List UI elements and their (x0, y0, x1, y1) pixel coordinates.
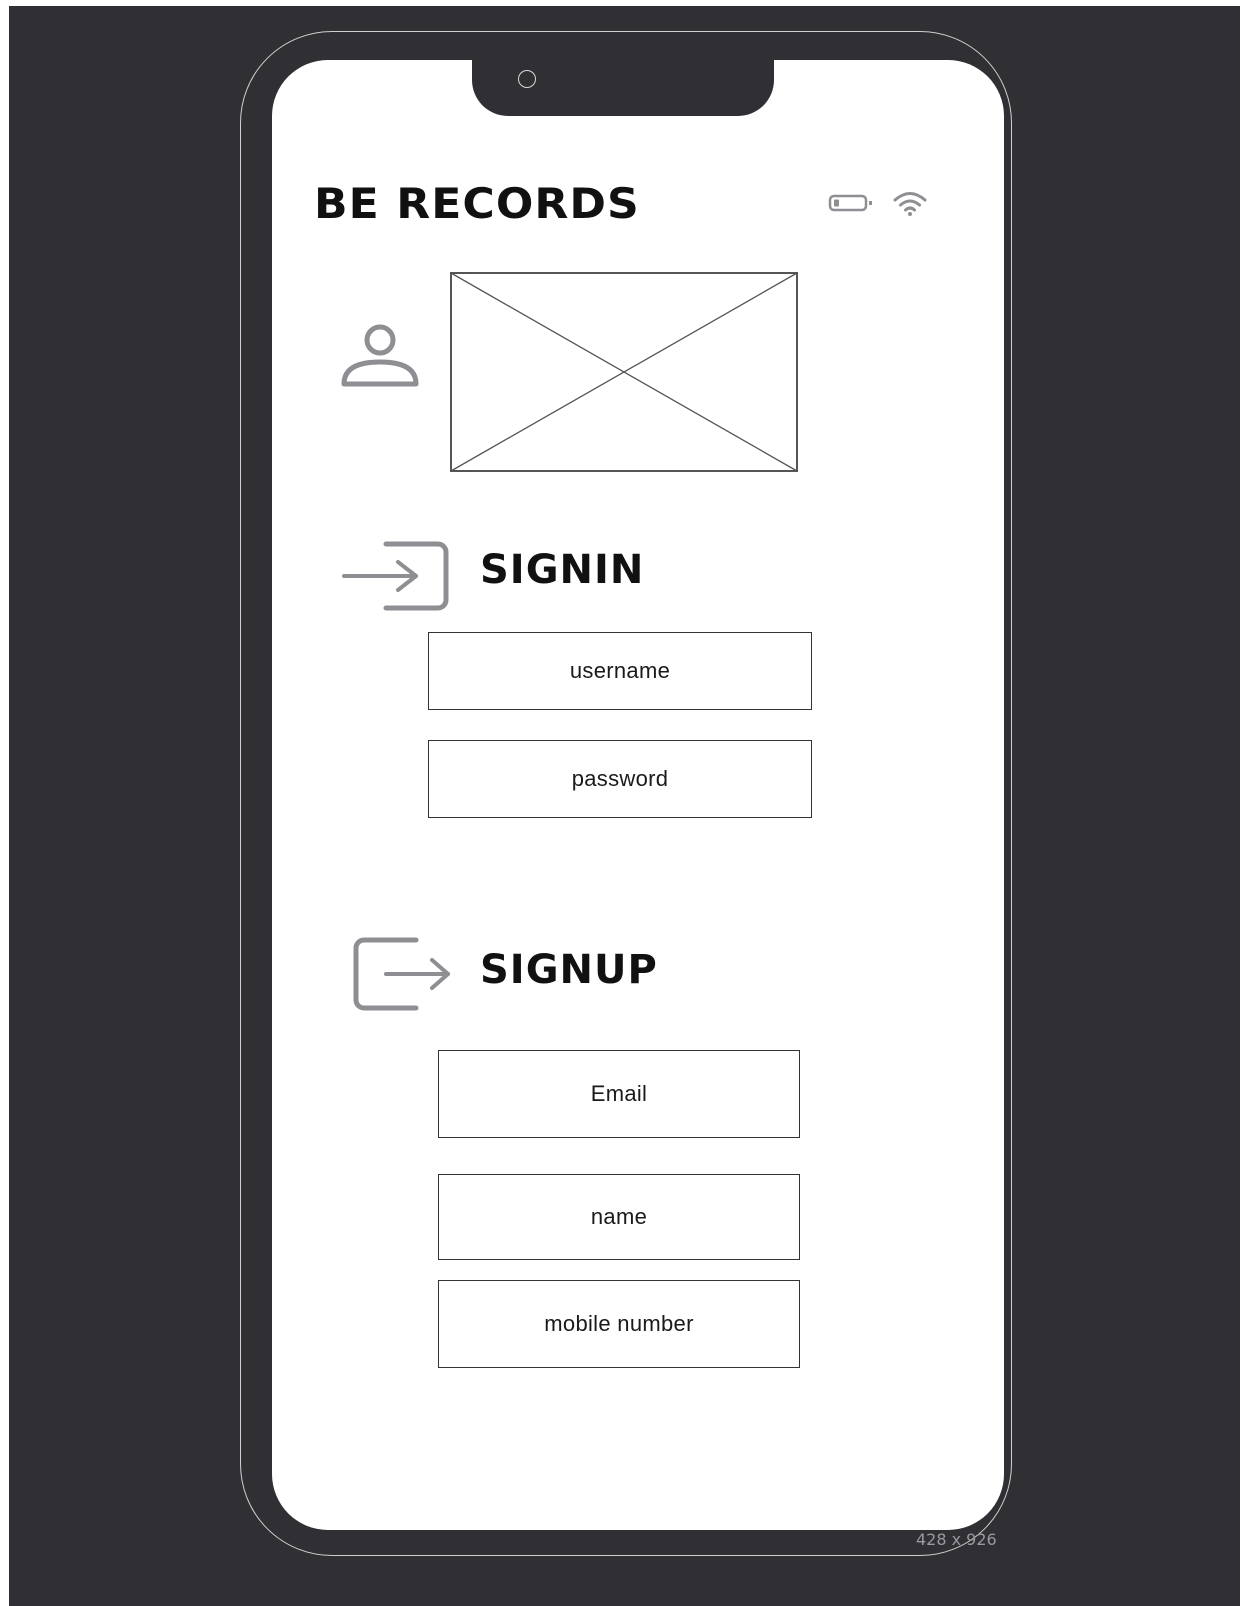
status-bar (828, 190, 928, 221)
image-placeholder-icon (450, 272, 798, 477)
frame-size-label: 428 x 926 (916, 1530, 997, 1549)
wifi-icon (892, 190, 928, 221)
app-brand-title: BE RECORDS (314, 179, 640, 228)
login-icon (342, 540, 454, 617)
signup-title: SIGNUP (480, 947, 658, 993)
password-field[interactable]: password (428, 740, 812, 818)
username-field[interactable]: username (428, 632, 812, 710)
camera-icon (518, 70, 536, 88)
mobile-number-field[interactable]: mobile number (438, 1280, 800, 1368)
name-field[interactable]: name (438, 1174, 800, 1260)
battery-icon (828, 193, 874, 218)
email-field[interactable]: Email (438, 1050, 800, 1138)
signin-title: SIGNIN (480, 547, 645, 593)
signup-icon (352, 936, 456, 1017)
phone-notch (472, 50, 774, 116)
user-avatar-icon[interactable] (340, 324, 420, 395)
